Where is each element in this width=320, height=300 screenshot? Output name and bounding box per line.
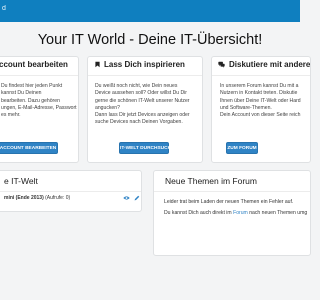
device-name: mini (Ende 2013) — [4, 195, 44, 201]
forum-hint-before: Du kannst Dich auch direkt im — [164, 210, 234, 216]
comments-icon — [218, 61, 225, 68]
device-label: mini (Ende 2013) (Aufrufe: 0) — [4, 195, 70, 201]
card-title: Diskutiere mit andere — [229, 60, 311, 69]
view-icon[interactable] — [123, 195, 130, 201]
card-header: ccount bearbeiten — [0, 57, 78, 76]
panel-header: e IT-Welt — [0, 171, 141, 192]
card-title: Lass Dich inspirieren — [104, 60, 185, 69]
card-header: Lass Dich inspirieren — [88, 57, 202, 76]
page-title: Your IT World - Deine IT-Übersicht! — [37, 32, 263, 48]
forum-link[interactable]: Forum — [233, 210, 248, 216]
navbar-brand-text[interactable]: d — [2, 5, 6, 12]
card-description: Du weißt noch nicht, wie Dein neues Devi… — [95, 83, 190, 126]
it-world-search-button[interactable]: IT-WELT DURCHSUCHEN — [119, 142, 178, 154]
my-it-world-panel: e IT-Welt mini (Ende 2013) (Aufrufe: 0) — [0, 170, 142, 212]
card-header: Diskutiere mit andere — [212, 57, 310, 76]
new-forum-topics-panel: Neue Themen im Forum Leider trat beim La… — [153, 170, 311, 256]
bookmark-icon — [94, 61, 101, 68]
device-views: (Aufrufe: 0) — [45, 195, 71, 201]
panel-title: e IT-Welt — [4, 176, 38, 186]
card-title: ccount bearbeiten — [0, 60, 68, 69]
forum-button[interactable]: ZUM FORUM — [226, 142, 258, 154]
card-description: In unserem Forum kannst Du mit a Nutzern… — [220, 83, 301, 119]
panel-title: Neue Themen im Forum — [165, 176, 257, 186]
top-navbar: d — [0, 0, 300, 22]
edit-pencil-icon[interactable] — [134, 195, 140, 201]
forum-hint: Du kannst Dich auch direkt im Forum nach… — [164, 210, 307, 216]
error-message: Leider trat beim Laden der neuen Themen … — [164, 199, 294, 205]
panel-header: Neue Themen im Forum — [154, 171, 310, 192]
card-description: Du findest hier jeden Punkt kannst Du De… — [1, 83, 77, 119]
device-row[interactable]: mini (Ende 2013) (Aufrufe: 0) — [0, 192, 141, 206]
account-edit-button[interactable]: ACCOUNT BEARBEITEN — [0, 142, 58, 154]
forum-hint-after: nach neuen Themen umg — [247, 210, 308, 216]
